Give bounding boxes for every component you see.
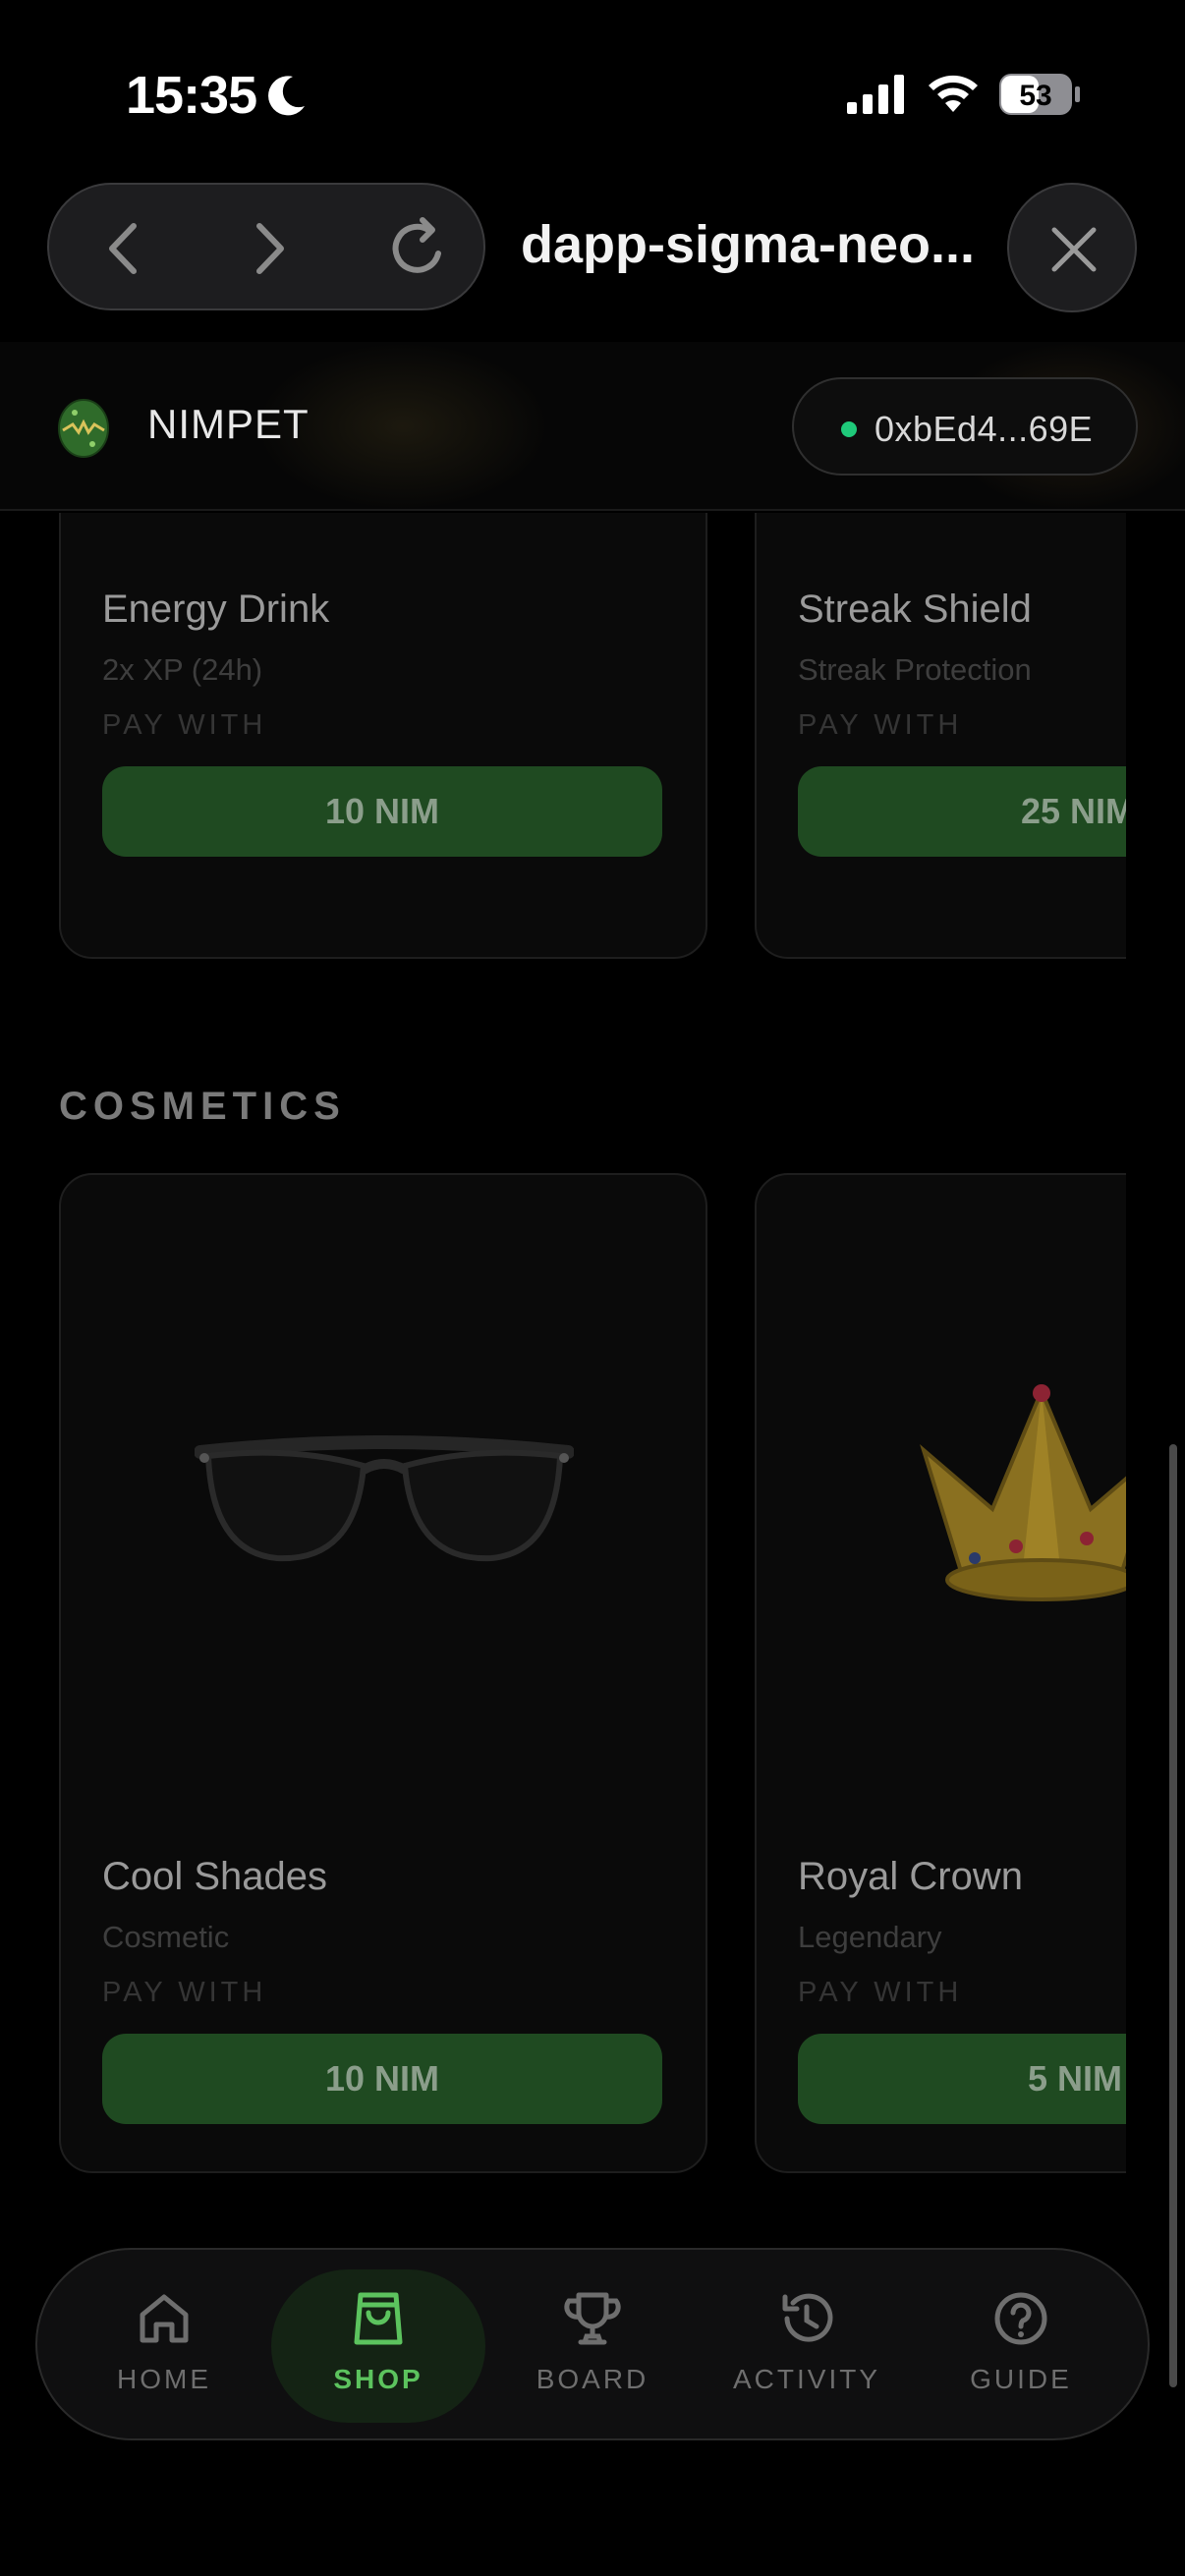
wallet-address: 0xbEd4...69E [875, 409, 1094, 449]
pay-with-label: PAY WITH [798, 709, 963, 741]
forward-arrow-icon[interactable] [232, 212, 305, 285]
cellular-signal-icon [847, 75, 904, 114]
home-icon [140, 2294, 189, 2343]
buy-streak-shield-button[interactable]: 25 NIM [798, 766, 1126, 857]
close-icon [1051, 227, 1097, 272]
egg-logo-icon [58, 399, 109, 458]
close-button[interactable] [1007, 183, 1137, 312]
buy-royal-crown-button[interactable]: 5 NIM [798, 2034, 1126, 2124]
connected-status-dot [841, 421, 857, 437]
app-header: NIMPET 0xbEd4...69E [0, 342, 1185, 511]
pay-with-label: PAY WITH [102, 1977, 267, 2008]
section-title-cosmetics: COSMETICS [59, 1085, 346, 1128]
item-name: Energy Drink [102, 588, 330, 631]
sunglasses-image [195, 1435, 574, 1562]
shopping-bag-icon [354, 2292, 403, 2345]
shop-item-card: Cool Shades Cosmetic PAY WITH 10 NIM [59, 1173, 707, 2173]
nav-label: GUIDE [970, 2364, 1072, 2394]
nav-label: BOARD [536, 2364, 649, 2394]
nav-label: ACTIVITY [732, 2364, 880, 2394]
wallet-address-button[interactable]: 0xbEd4...69E [792, 377, 1138, 476]
crown-image [920, 1384, 1126, 1601]
scrollbar[interactable] [1169, 1444, 1177, 2387]
history-icon [782, 2293, 833, 2342]
item-name: Cool Shades [102, 1855, 328, 1898]
buy-cool-shades-button[interactable]: 10 NIM [102, 2034, 662, 2124]
pay-with-label: PAY WITH [102, 709, 267, 741]
battery-level: 53 [1019, 80, 1051, 112]
item-name: Royal Crown [798, 1855, 1023, 1898]
reload-icon[interactable] [383, 212, 456, 285]
nav-label: SHOP [333, 2364, 423, 2394]
trophy-icon [564, 2292, 621, 2345]
item-subtitle: Cosmetic [102, 1920, 230, 1954]
brand-name: NIMPET [147, 401, 310, 447]
status-time: 15:35 [126, 66, 257, 125]
help-icon [994, 2292, 1047, 2345]
item-subtitle: Streak Protection [798, 652, 1032, 687]
item-subtitle: 2x XP (24h) [102, 652, 263, 687]
page-title[interactable]: dapp-sigma-neo... [521, 214, 975, 275]
item-subtitle: Legendary [798, 1920, 942, 1954]
battery-icon: 53 [999, 74, 1080, 115]
shop-item-card: Royal Crown Legendary PAY WITH 5 NIM [755, 1173, 1126, 2173]
wifi-icon [929, 75, 978, 112]
nav-shop[interactable]: SHOP [271, 2250, 485, 2442]
nav-activity[interactable]: ACTIVITY [700, 2250, 914, 2442]
moon-icon [268, 76, 305, 116]
status-bar: 15:35 53 [0, 0, 1185, 177]
nav-board[interactable]: BOARD [485, 2250, 700, 2442]
nav-label: HOME [117, 2364, 211, 2394]
pay-with-label: PAY WITH [798, 1977, 963, 2008]
shop-content[interactable]: Energy Drink 2x XP (24h) PAY WITH 10 NIM… [0, 513, 1126, 2244]
item-name: Streak Shield [798, 588, 1032, 631]
nav-home[interactable]: HOME [57, 2250, 271, 2442]
bottom-nav: HOME SHOP BOARD ACTIVITY GUIDE [35, 2248, 1150, 2440]
buy-energy-drink-button[interactable]: 10 NIM [102, 766, 662, 857]
shop-item-card: Streak Shield Streak Protection PAY WITH… [755, 513, 1126, 959]
shop-item-card: Energy Drink 2x XP (24h) PAY WITH 10 NIM [59, 513, 707, 959]
nav-guide[interactable]: GUIDE [914, 2250, 1128, 2442]
back-arrow-icon[interactable] [88, 212, 161, 285]
browser-nav-controls [47, 183, 485, 310]
